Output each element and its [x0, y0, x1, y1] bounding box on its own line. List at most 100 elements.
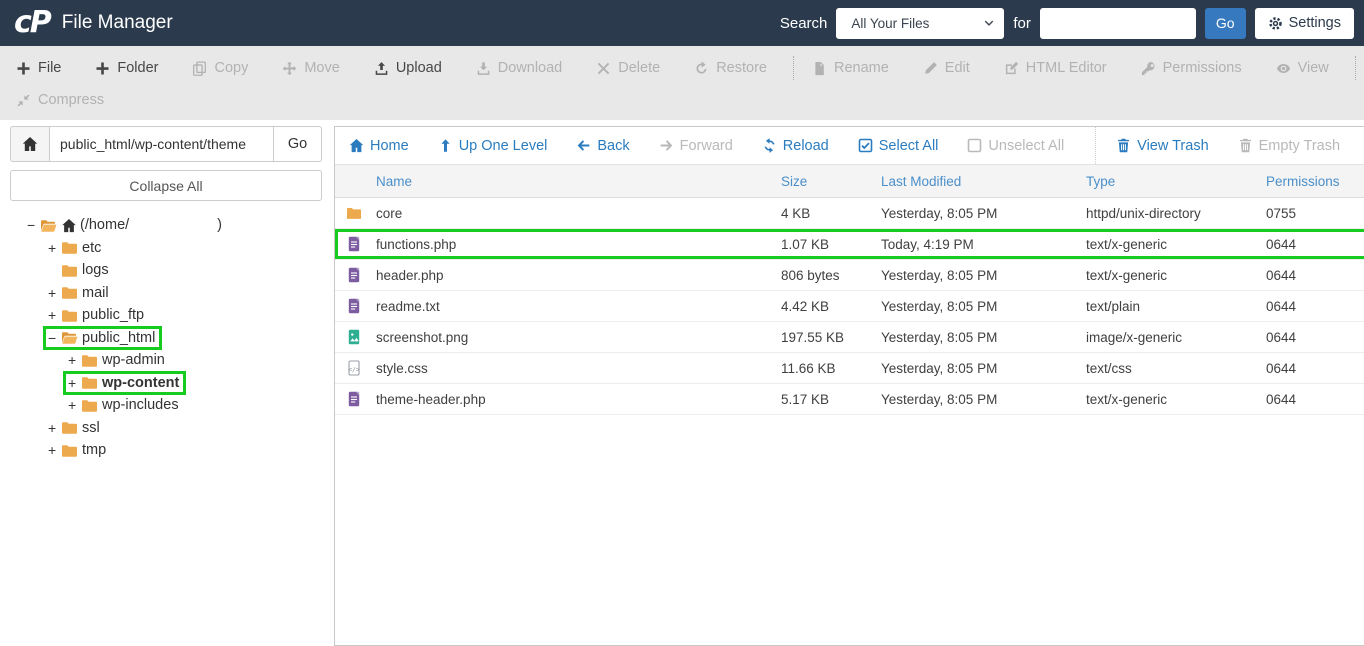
- download-button[interactable]: Download: [476, 60, 562, 76]
- column-header-type[interactable]: Type: [1086, 174, 1266, 189]
- download-icon: [476, 61, 491, 76]
- file-name: readme.txt: [376, 298, 440, 314]
- folder-icon: [61, 308, 78, 323]
- tree-item-label: ): [217, 217, 223, 234]
- expand-toggle[interactable]: +: [68, 352, 81, 368]
- tree-item-wp-admin[interactable]: + wp-admin: [10, 349, 322, 372]
- tree-item-public-html[interactable]: − public_html: [10, 325, 322, 350]
- html-editor-button[interactable]: HTML Editor: [1004, 60, 1107, 76]
- tree-item-wp-content[interactable]: + wp-content: [10, 370, 322, 395]
- home-nav-button[interactable]: Home: [349, 127, 409, 164]
- forward-label: Forward: [679, 137, 733, 154]
- table-row[interactable]: style.css 11.66 KB Yesterday, 8:05 PM te…: [335, 353, 1364, 384]
- expand-toggle[interactable]: +: [48, 442, 61, 458]
- table-row[interactable]: readme.txt 4.42 KB Yesterday, 8:05 PM te…: [335, 291, 1364, 322]
- arrow-up-icon: [438, 138, 453, 153]
- file-button[interactable]: File: [16, 60, 61, 76]
- settings-button[interactable]: Settings: [1254, 7, 1354, 39]
- checkbox-empty-icon: [967, 138, 982, 153]
- image-file-icon: [346, 329, 362, 345]
- expand-toggle[interactable]: +: [68, 375, 81, 391]
- checkbox-checked-icon: [858, 138, 873, 153]
- upload-button[interactable]: Upload: [374, 60, 442, 76]
- restore-button[interactable]: Restore: [694, 60, 767, 76]
- back-button[interactable]: Back: [576, 127, 630, 164]
- arrow-right-icon: [659, 138, 674, 153]
- tree-item-label: public_html: [82, 329, 156, 346]
- forward-button[interactable]: Forward: [659, 127, 733, 164]
- table-row[interactable]: core 4 KB Yesterday, 8:05 PM httpd/unix-…: [335, 198, 1364, 229]
- view-trash-button[interactable]: View Trash: [1116, 127, 1209, 164]
- expand-toggle[interactable]: +: [48, 285, 61, 301]
- file-size: 11.66 KB: [781, 360, 836, 376]
- folder-button[interactable]: Folder: [95, 60, 158, 76]
- refresh-icon: [762, 138, 777, 153]
- reload-label: Reload: [782, 137, 829, 154]
- tree-item-logs[interactable]: logs: [10, 259, 322, 282]
- expand-toggle[interactable]: +: [48, 240, 61, 256]
- tree-item-public-ftp[interactable]: + public_ftp: [10, 304, 322, 327]
- folder-icon: [81, 375, 98, 390]
- plus-icon: [16, 61, 31, 76]
- collapse-all-button[interactable]: Collapse All: [10, 170, 322, 201]
- empty-trash-label: Empty Trash: [1258, 137, 1341, 154]
- tree-item-label: wp-content: [102, 374, 180, 391]
- file-size: 1.07 KB: [781, 236, 830, 252]
- tree-item-home[interactable]: − (/home/ ): [10, 214, 322, 237]
- select-all-button[interactable]: Select All: [858, 127, 938, 164]
- copy-button[interactable]: Copy: [192, 60, 248, 76]
- pencil-square-icon: [1004, 61, 1019, 76]
- tree-item-label: mail: [82, 284, 109, 301]
- file-icon: [346, 267, 362, 283]
- tree-item-mail[interactable]: + mail: [10, 282, 322, 305]
- table-row-highlighted[interactable]: functions.php 1.07 KB Today, 4:19 PM tex…: [335, 229, 1364, 260]
- collapse-toggle[interactable]: −: [27, 217, 40, 233]
- delete-button[interactable]: Delete: [596, 60, 660, 76]
- folder-icon: [81, 398, 98, 413]
- tree-item-label: etc: [82, 239, 102, 256]
- edit-button[interactable]: Edit: [923, 60, 970, 76]
- file-modified: Today, 4:19 PM: [881, 236, 974, 252]
- trash-group: View Trash Empty Trash: [1095, 127, 1364, 164]
- search-input[interactable]: [1039, 7, 1196, 39]
- expand-toggle[interactable]: +: [48, 307, 61, 323]
- tree-item-etc[interactable]: + etc: [10, 237, 322, 260]
- move-button[interactable]: Move: [282, 60, 340, 76]
- column-header-size[interactable]: Size: [781, 174, 881, 189]
- empty-trash-button[interactable]: Empty Trash: [1238, 127, 1340, 164]
- table-row[interactable]: theme-header.php 5.17 KB Yesterday, 8:05…: [335, 384, 1364, 415]
- table-row[interactable]: header.php 806 bytes Yesterday, 8:05 PM …: [335, 260, 1364, 291]
- expand-toggle[interactable]: +: [48, 420, 61, 436]
- table-row[interactable]: screenshot.png 197.55 KB Yesterday, 8:05…: [335, 322, 1364, 353]
- tree-item-label: wp-includes: [102, 397, 179, 414]
- file-type: text/css: [1086, 360, 1132, 376]
- search-scope-select[interactable]: All Your Files: [836, 7, 1005, 39]
- tree-item-ssl[interactable]: + ssl: [10, 417, 322, 440]
- search-go-button[interactable]: Go: [1204, 7, 1246, 39]
- copy-button-label: Copy: [214, 60, 249, 76]
- tree-item-label: ssl: [82, 419, 100, 436]
- column-header-name[interactable]: Name: [335, 174, 781, 189]
- path-go-button[interactable]: Go: [274, 126, 322, 162]
- column-header-last-modified[interactable]: Last Modified: [881, 174, 1086, 189]
- expand-toggle[interactable]: +: [68, 397, 81, 413]
- path-input[interactable]: [50, 126, 274, 162]
- compress-button[interactable]: Compress: [16, 92, 104, 108]
- path-home-button[interactable]: [10, 126, 50, 162]
- reload-button[interactable]: Reload: [762, 127, 829, 164]
- column-header-permissions[interactable]: Permissions: [1266, 174, 1364, 189]
- permissions-button[interactable]: Permissions: [1141, 60, 1242, 76]
- file-size: 4 KB: [781, 205, 811, 221]
- tree-item-tmp[interactable]: + tmp: [10, 439, 322, 462]
- view-button[interactable]: View: [1276, 60, 1329, 76]
- file-permissions: 0644: [1266, 391, 1297, 407]
- rename-button[interactable]: Rename: [812, 60, 889, 76]
- file-type: text/x-generic: [1086, 236, 1168, 252]
- file-permissions: 0755: [1266, 205, 1297, 221]
- tree-item-wp-includes[interactable]: + wp-includes: [10, 394, 322, 417]
- rename-button-label: Rename: [833, 60, 889, 76]
- unselect-all-button[interactable]: Unselect All: [967, 127, 1064, 164]
- up-one-level-button[interactable]: Up One Level: [438, 127, 547, 164]
- collapse-toggle[interactable]: −: [48, 330, 61, 346]
- unselect-all-label: Unselect All: [988, 137, 1065, 154]
